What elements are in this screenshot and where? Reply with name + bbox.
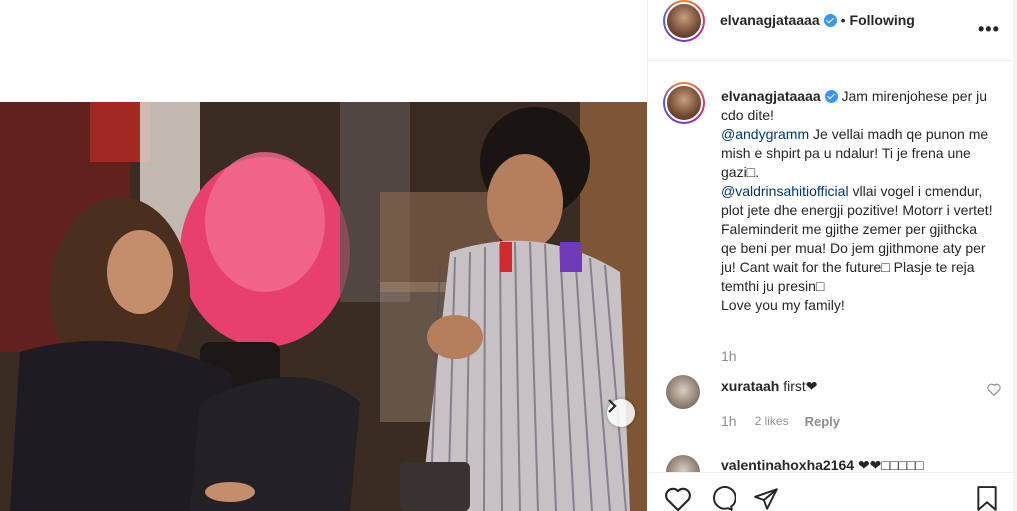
caption-text4: Love you my family! bbox=[721, 297, 845, 313]
caption-username[interactable]: elvanagjataaaa bbox=[721, 88, 821, 104]
mention-link[interactable]: @valdrinsahitiofficial bbox=[721, 183, 849, 199]
comment-username[interactable]: xurataah bbox=[721, 378, 779, 394]
comment-time[interactable]: 1h bbox=[721, 413, 737, 429]
header-username[interactable]: elvanagjataaaa bbox=[720, 12, 820, 28]
caption-time[interactable]: 1h bbox=[721, 348, 737, 364]
caption-text3: Faleminderit me gjithe zemer per gjithck… bbox=[721, 221, 986, 294]
scrollbar[interactable] bbox=[1013, 0, 1017, 511]
comment-text: first❤ bbox=[783, 378, 818, 394]
next-slide-button[interactable] bbox=[607, 399, 635, 427]
action-bar bbox=[648, 472, 1014, 511]
media-top-blank bbox=[0, 0, 647, 102]
separator-dot: • bbox=[840, 12, 846, 28]
caption-text: elvanagjataaaa Jam mirenjohese per ju cd… bbox=[721, 87, 996, 315]
header-user-line: elvanagjataaaa • Following bbox=[720, 12, 915, 28]
author-avatar[interactable] bbox=[663, 0, 705, 42]
mention-link[interactable]: @andygramm bbox=[721, 126, 809, 142]
verified-badge-icon bbox=[823, 13, 837, 27]
comment-meta: 1h 2 likes Reply bbox=[721, 413, 840, 429]
verified-badge-icon bbox=[824, 90, 838, 103]
chevron-right-icon bbox=[608, 399, 617, 413]
comment-text: ❤❤□□□□□ bbox=[857, 457, 924, 473]
like-heart-icon[interactable] bbox=[664, 486, 692, 511]
like-comment-icon[interactable] bbox=[987, 383, 1001, 401]
more-options-icon[interactable]: ••• bbox=[978, 19, 1000, 40]
photo-illustration bbox=[0, 102, 647, 511]
comment-line: xurataah first❤ bbox=[721, 378, 818, 395]
comment-likes[interactable]: 2 likes bbox=[755, 414, 789, 428]
save-bookmark-icon[interactable] bbox=[975, 486, 999, 511]
caption-avatar[interactable] bbox=[663, 82, 705, 124]
post-header: elvanagjataaaa • Following ••• bbox=[648, 0, 1014, 61]
post-side-panel: elvanagjataaaa • Following ••• elvanagja… bbox=[647, 0, 1017, 511]
commenter-avatar[interactable] bbox=[666, 375, 700, 409]
comment-username[interactable]: valentinahoxha2164 bbox=[721, 457, 854, 473]
following-button[interactable]: Following bbox=[850, 12, 915, 28]
share-paper-plane-icon[interactable] bbox=[752, 486, 780, 511]
comment-bubble-icon[interactable] bbox=[708, 486, 737, 511]
post-photo[interactable] bbox=[0, 102, 647, 511]
reply-button[interactable]: Reply bbox=[805, 414, 840, 429]
